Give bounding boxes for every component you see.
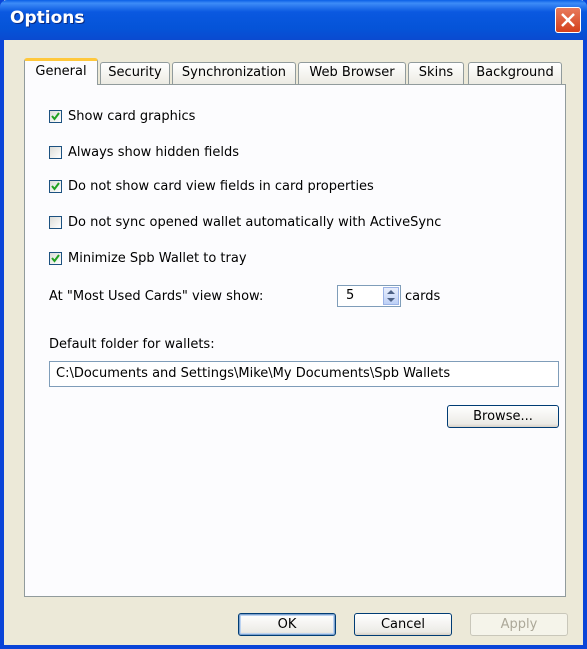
option-label: Minimize Spb Wallet to tray bbox=[68, 250, 247, 266]
option-always-show-hidden-fields[interactable]: Always show hidden fields bbox=[49, 143, 239, 161]
tab-label: Web Browser bbox=[309, 65, 395, 80]
general-panel: Show card graphics Always show hidden fi… bbox=[24, 84, 566, 597]
most-used-label: At "Most Used Cards" view show: bbox=[49, 289, 264, 304]
option-show-card-graphics[interactable]: Show card graphics bbox=[49, 107, 195, 125]
window-title: Options bbox=[10, 8, 85, 28]
tab-background[interactable]: Background bbox=[468, 62, 562, 84]
checkbox[interactable] bbox=[49, 179, 62, 193]
most-used-count-spinner[interactable]: 5 bbox=[337, 285, 401, 307]
cancel-button[interactable]: Cancel bbox=[354, 613, 452, 636]
ok-button[interactable]: OK bbox=[238, 613, 336, 636]
most-used-unit: cards bbox=[405, 289, 441, 304]
tab-label: Skins bbox=[418, 65, 454, 80]
tab-synchronization[interactable]: Synchronization bbox=[172, 62, 296, 84]
browse-button[interactable]: Browse... bbox=[447, 405, 559, 428]
tab-label: General bbox=[35, 64, 87, 79]
apply-button[interactable]: Apply bbox=[470, 613, 568, 636]
tab-general[interactable]: General bbox=[24, 58, 98, 85]
check-icon bbox=[51, 181, 60, 191]
default-folder-label: Default folder for wallets: bbox=[49, 337, 215, 352]
option-hide-card-view-fields[interactable]: Do not show card view fields in card pro… bbox=[49, 177, 374, 195]
option-label: Show card graphics bbox=[68, 108, 196, 124]
checkbox[interactable] bbox=[49, 215, 62, 229]
close-icon bbox=[561, 13, 575, 27]
title-bar[interactable]: Options bbox=[0, 0, 587, 40]
checkbox[interactable] bbox=[49, 145, 62, 159]
check-icon bbox=[51, 111, 60, 121]
tab-security[interactable]: Security bbox=[100, 62, 170, 84]
check-icon bbox=[51, 253, 60, 263]
option-label: Do not sync opened wallet automatically … bbox=[68, 214, 442, 230]
spinner-value: 5 bbox=[346, 288, 355, 303]
tab-label: Background bbox=[476, 65, 554, 80]
default-folder-input[interactable]: C:\Documents and Settings\Mike\My Docume… bbox=[49, 361, 559, 387]
tab-web-browser[interactable]: Web Browser bbox=[298, 62, 406, 84]
option-minimize-to-tray[interactable]: Minimize Spb Wallet to tray bbox=[49, 249, 247, 267]
tab-label: Security bbox=[108, 65, 162, 80]
option-label: Always show hidden fields bbox=[68, 144, 239, 160]
tab-label: Synchronization bbox=[181, 65, 287, 80]
checkbox[interactable] bbox=[49, 109, 62, 123]
tab-skins[interactable]: Skins bbox=[408, 62, 464, 84]
close-button[interactable] bbox=[555, 7, 581, 33]
spinner-arrows[interactable] bbox=[383, 287, 399, 305]
option-label: Do not show card view fields in card pro… bbox=[68, 178, 374, 194]
options-dialog: Options General Security Synchronization… bbox=[0, 0, 587, 649]
up-down-arrows-icon bbox=[387, 290, 395, 302]
option-no-auto-sync[interactable]: Do not sync opened wallet automatically … bbox=[49, 213, 441, 231]
checkbox[interactable] bbox=[49, 251, 62, 265]
